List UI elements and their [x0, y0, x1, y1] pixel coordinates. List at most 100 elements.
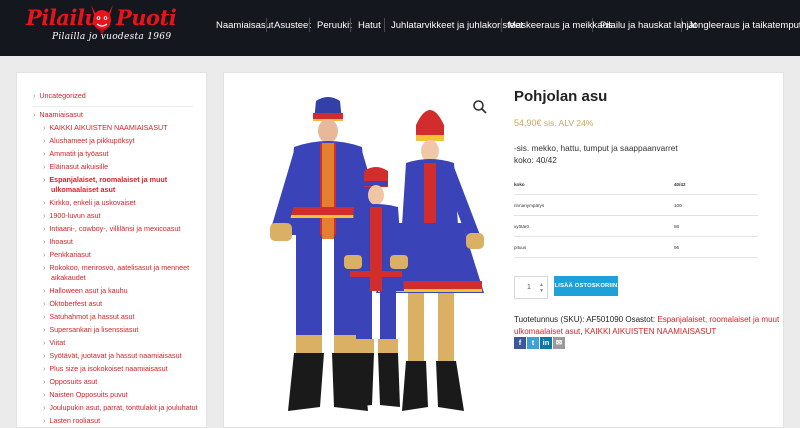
arrow-right-icon: › — [43, 327, 46, 334]
nav-divider — [592, 18, 593, 32]
arrow-right-icon: › — [43, 252, 46, 259]
category-link-kaikki[interactable]: KAIKKI AIKUISTEN NAAMIAISASUT — [585, 327, 717, 336]
table-row: vyötärö 86 — [514, 217, 758, 237]
category-link[interactable]: › KAIKKI AIKUISTEN NAAMIAISASUT — [43, 123, 168, 134]
quantity-input[interactable]: 1 ▲ ▼ — [514, 276, 548, 299]
size-table-header: koko 40/42 — [514, 175, 758, 195]
product-card: Pohjolan asu 54,90€ sis. ALV 24% -sis. m… — [223, 72, 784, 428]
product-image[interactable] — [258, 95, 494, 415]
nav-divider — [350, 18, 351, 32]
category-link-espanjalaiset-cont[interactable]: ulkomaalaiset asut — [514, 327, 580, 336]
price-vat-note: sis. ALV 24% — [543, 118, 594, 128]
nav-jongleeraus[interactable]: Jongleeraus ja taikatemput — [688, 20, 800, 31]
quantity-value: 1 — [527, 284, 531, 291]
nav-maskeeraus[interactable]: Maskeeraus ja meikkaus — [508, 20, 613, 31]
arrow-right-icon: › — [43, 288, 46, 295]
nav-divider — [266, 18, 267, 32]
category-link[interactable]: › Satuhahmot ja hassut asut — [43, 312, 134, 323]
category-link[interactable]: › Ihoasut — [43, 237, 73, 248]
nav-naamiaisasut[interactable]: Naamiaisasut — [216, 20, 274, 31]
arrow-right-icon: › — [43, 177, 46, 184]
arrow-right-icon: › — [43, 265, 46, 272]
linkedin-icon[interactable]: in — [540, 337, 552, 349]
divider — [33, 106, 193, 107]
arrow-down-icon: › — [33, 112, 36, 119]
category-link[interactable]: › Alushameet ja pikkupöksyt — [43, 136, 134, 147]
table-row: pituus 96 — [514, 238, 758, 258]
categories-label: Osastot: — [625, 315, 656, 324]
nav-hatut[interactable]: Hatut — [358, 20, 381, 31]
facebook-icon[interactable]: f — [514, 337, 526, 349]
nav-divider — [384, 18, 385, 32]
category-link[interactable]: › Eläinasut aikuisille — [43, 162, 108, 173]
category-link[interactable]: › Plus size ja isokokoiset naamiaisasut — [43, 364, 168, 375]
arrow-right-icon: › — [43, 392, 46, 399]
category-link[interactable]: › Naamiaisasut — [33, 110, 83, 121]
table-cell: 86 — [674, 224, 680, 229]
category-link[interactable]: › Viitat — [43, 338, 65, 349]
nav-juhlatarvikkeet[interactable]: Juhlatarvikkeet ja juhlakoristeet — [391, 20, 523, 31]
category-link[interactable]: › Halloween asut ja kauhu — [43, 286, 128, 297]
product-description-line1: -sis. mekko, hattu, tumput ja saappaanva… — [514, 143, 678, 153]
category-link[interactable]: › Intiaani-, cowboy-, villilänsi ja mexic… — [43, 224, 180, 235]
category-link[interactable]: › Oktoberfest asut — [43, 299, 102, 310]
category-link[interactable]: › 1900-luvun asut — [43, 211, 101, 222]
nav-peruukit[interactable]: Peruukit — [317, 20, 352, 31]
product-title: Pohjolan asu — [514, 88, 608, 105]
arrow-right-icon: › — [43, 405, 46, 412]
arrow-right-icon: › — [43, 164, 46, 171]
category-link[interactable]: › Opposuits asut — [43, 377, 97, 388]
quantity-stepper-icon[interactable]: ▲ ▼ — [539, 282, 544, 294]
product-price: 54,90€ sis. ALV 24% — [514, 118, 593, 128]
product-description-line2: koko: 40/42 — [514, 155, 557, 165]
nav-divider — [309, 18, 310, 32]
nav-divider — [681, 18, 682, 32]
product-meta-line2: ulkomaalaiset asut, KAIKKI AIKUISTEN NAA… — [514, 327, 717, 336]
arrow-right-icon: › — [43, 340, 46, 347]
category-link[interactable]: › Penkkariasut — [43, 250, 91, 261]
site-header: Pilailu Puoti Pilailla jo vuodesta 1969 … — [0, 0, 800, 56]
arrow-right-icon: › — [43, 366, 46, 373]
arrow-right-icon: › — [43, 314, 46, 321]
zoom-magnifier-icon[interactable] — [472, 99, 488, 115]
category-link-espanjalaiset[interactable]: Espanjalaiset, roomalaiset ja muut — [657, 315, 779, 324]
nav-asusteet[interactable]: Asusteet — [274, 20, 311, 31]
arrow-right-icon: › — [43, 418, 46, 425]
category-link[interactable]: › Supersankari ja lisenssiasut — [43, 325, 138, 336]
category-link-cont[interactable]: aikakaudet — [51, 273, 86, 283]
arrow-right-icon: › — [43, 213, 46, 220]
table-header-cell: koko — [514, 182, 525, 187]
main-navigation: Naamiaisasut Asusteet Peruukit Hatut Juh… — [0, 0, 800, 56]
price-amount: 54,90€ — [514, 118, 542, 128]
product-meta-line1: Tuotetunnus (SKU): AF501090 Osastot: Esp… — [514, 315, 779, 324]
arrow-right-icon: › — [43, 353, 46, 360]
arrow-right-icon: › — [43, 301, 46, 308]
arrow-right-icon: › — [43, 379, 46, 386]
table-header-cell: 40/42 — [674, 182, 686, 187]
arrow-right-icon: › — [43, 138, 46, 145]
arrow-right-icon: › — [43, 125, 46, 132]
sku-label: Tuotetunnus (SKU): — [514, 315, 585, 324]
category-link[interactable]: › Uncategorized — [33, 91, 86, 102]
table-cell: 96 — [674, 245, 680, 250]
arrow-right-icon: › — [33, 93, 36, 100]
table-row: rinnanympärys 100 — [514, 196, 758, 216]
arrow-right-icon: › — [43, 226, 46, 233]
email-icon[interactable]: ✉ — [553, 337, 565, 349]
nav-pilailu[interactable]: Pilailu ja hauskat lahjat — [600, 20, 697, 31]
category-link[interactable]: › Syötävät, juotavat ja hassut naamiaisas… — [43, 351, 182, 362]
category-link[interactable]: › Kirkko, enkeli ja uskovaiset — [43, 198, 136, 209]
category-link-active-cont[interactable]: ulkomaalaiset asut — [51, 185, 115, 195]
category-link[interactable]: › Joulupukin asut, parrat, tonttulakit ja… — [43, 403, 198, 414]
category-sidebar: › Uncategorized › Naamiaisasut › KAIKKI AIK… — [16, 72, 207, 428]
twitter-icon[interactable]: t — [527, 337, 539, 349]
category-link[interactable]: › Lasten rooliasut — [43, 416, 100, 427]
table-cell: 100 — [674, 203, 682, 208]
table-cell: pituus — [514, 245, 527, 250]
table-cell: rinnanympärys — [514, 203, 545, 208]
arrow-right-icon: › — [43, 239, 46, 246]
category-link[interactable]: › Ammatit ja työasut — [43, 149, 108, 160]
nav-divider — [501, 18, 502, 32]
add-to-cart-button[interactable]: LISÄÄ OSTOSKORIIN — [554, 276, 618, 296]
category-link[interactable]: › Naisten Opposuits puvut — [43, 390, 128, 401]
